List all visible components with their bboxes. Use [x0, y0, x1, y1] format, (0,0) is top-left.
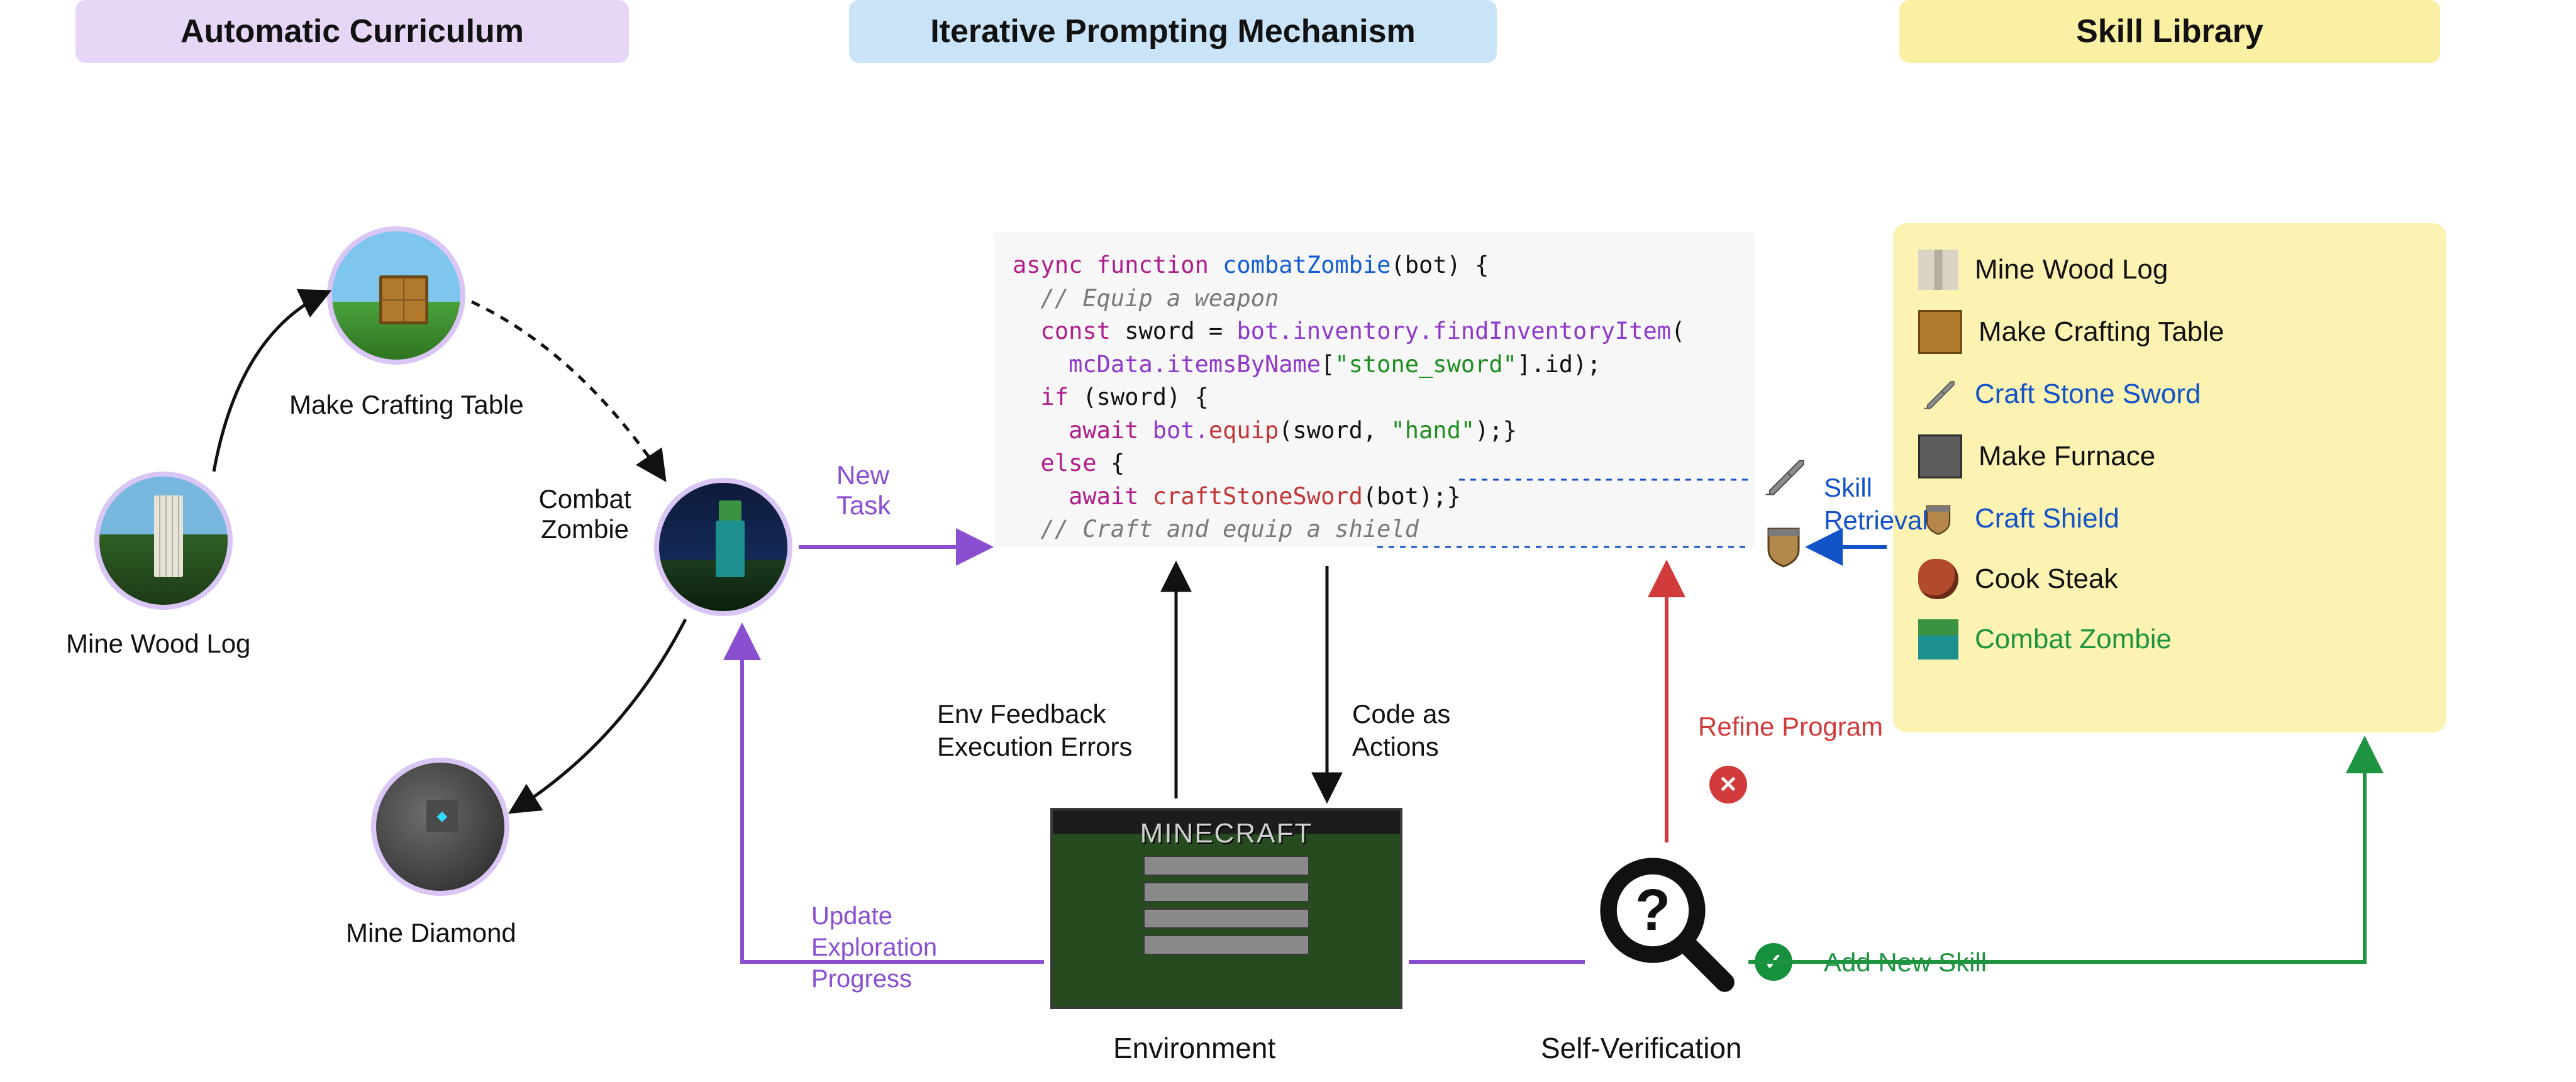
stone-sword-icon [1760, 453, 1807, 500]
code-block: async function combatZombie(bot) { // Eq… [994, 233, 1755, 547]
label-refine-program: Refine Program [1698, 712, 1883, 741]
steak-icon [1918, 559, 1958, 599]
label-mine-diamond: Mine Diamond [346, 918, 516, 948]
code-tok: (bot);} [1363, 483, 1461, 510]
code-tok: if [1013, 384, 1082, 411]
label-new-task: NewTask [836, 460, 891, 520]
node-mine-diamond: ◆ [371, 758, 509, 896]
skill-row: Combat Zombie [1918, 619, 2421, 660]
arrow-update-exploration [742, 629, 1044, 962]
skill-label: Craft Stone Sword [1975, 378, 2201, 410]
code-tok: (sword, [1279, 417, 1391, 444]
section-header-skills: Skill Library [1899, 0, 2440, 63]
code-tok: await [1013, 417, 1153, 444]
code-tok: );} [1475, 417, 1517, 444]
diamond-ore-icon: ◆ [426, 800, 458, 832]
skill-row: Cook Steak [1918, 559, 2421, 599]
skill-label: Cook Steak [1975, 563, 2118, 595]
code-tok: "stone_sword" [1335, 351, 1517, 378]
code-tok: combatZombie [1223, 251, 1391, 279]
code-tok: craftStoneSword [1153, 483, 1363, 510]
code-tok: { [1111, 450, 1124, 477]
code-tok: (sword) { [1082, 384, 1208, 411]
label-add-new-skill: Add New Skill [1824, 947, 1987, 977]
label-mine-wood-log: Mine Wood Log [66, 629, 250, 659]
code-tok: await [1013, 483, 1153, 510]
furnace-icon [1918, 434, 1962, 478]
arrow-zombie-to-diamond [513, 619, 686, 811]
wood-log-icon [154, 495, 183, 577]
skill-label: Combat Zombie [1975, 624, 2172, 655]
code-tok: const [1013, 317, 1124, 345]
code-tok: "hand" [1391, 417, 1475, 444]
self-verification-caption: Self-Verification [1541, 1031, 1742, 1065]
code-tok: bot. [1153, 417, 1209, 444]
code-tok: bot.inventory.findInventoryItem [1236, 317, 1671, 345]
skill-label: Mine Wood Log [1975, 254, 2168, 285]
magnifying-glass-icon: ? [1597, 855, 1736, 993]
label-env-feedback: Env FeedbackExecution Errors [937, 699, 1132, 761]
skill-row: Craft Shield [1918, 499, 2421, 539]
section-header-curriculum: Automatic Curriculum [75, 0, 629, 63]
menu-button-placeholder [1143, 882, 1309, 902]
code-tok [1013, 351, 1069, 378]
label-combat-zombie: Combat Zombie [522, 484, 648, 544]
label-update-exploration: UpdateExplorationProgress [811, 902, 937, 993]
code-tok: // Craft and equip a shield [1013, 516, 1419, 543]
shield-icon [1760, 522, 1807, 570]
shield-icon [1918, 499, 1958, 539]
menu-button-placeholder [1143, 908, 1309, 929]
minecraft-screenshot: MINECRAFT [1050, 808, 1402, 1009]
node-combat-zombie [654, 478, 792, 616]
section-header-iterative: Iterative Prompting Mechanism [849, 0, 1497, 63]
code-tok: sword = [1124, 317, 1236, 345]
skill-row: Craft Stone Sword [1918, 374, 2421, 414]
fail-badge-icon: ✕ [1709, 766, 1747, 803]
svg-text:?: ? [1635, 877, 1670, 942]
environment-caption: Environment [1113, 1031, 1275, 1065]
code-tok: ].id); [1517, 351, 1601, 378]
arrow-log-to-table [214, 292, 327, 472]
code-tok: else [1013, 450, 1111, 477]
label-make-crafting-table: Make Crafting Table [289, 390, 524, 420]
skill-library-panel: Mine Wood Log Make Crafting Table Craft St… [1893, 223, 2446, 732]
code-tok: async function [1013, 251, 1223, 279]
skill-row: Make Crafting Table [1918, 310, 2421, 354]
skill-label: Make Crafting Table [1979, 316, 2224, 348]
skill-row: Mine Wood Log [1918, 250, 2421, 290]
crafting-table-icon [379, 275, 428, 324]
menu-button-placeholder [1143, 935, 1309, 955]
stone-sword-icon [1918, 374, 1958, 414]
zombie-icon [1918, 619, 1958, 660]
zombie-head-icon [719, 500, 741, 523]
zombie-body-icon [716, 521, 745, 577]
node-make-crafting-table [327, 226, 465, 365]
skill-label: Craft Shield [1975, 503, 2119, 534]
code-tok: equip [1209, 417, 1279, 444]
label-code-as-actions: Code asActions [1352, 699, 1450, 761]
minecraft-logo: MINECRAFT [1140, 818, 1313, 849]
skill-label: Make Furnace [1979, 441, 2155, 472]
code-tok: // Equip a weapon [1013, 285, 1279, 312]
menu-button-placeholder [1143, 856, 1309, 876]
skill-row: Make Furnace [1918, 434, 2421, 478]
node-mine-wood-log [94, 472, 233, 610]
crafting-table-icon [1918, 310, 1962, 354]
code-tok: ( [1671, 317, 1685, 345]
code-tok: mcData.itemsByName [1069, 351, 1321, 378]
code-tok: (bot) { [1391, 251, 1489, 279]
ok-badge-icon: ✓ [1755, 943, 1792, 981]
code-tok: [ [1321, 351, 1335, 378]
arrow-add-new-skill [1748, 742, 2365, 962]
wood-log-icon [1918, 250, 1958, 290]
